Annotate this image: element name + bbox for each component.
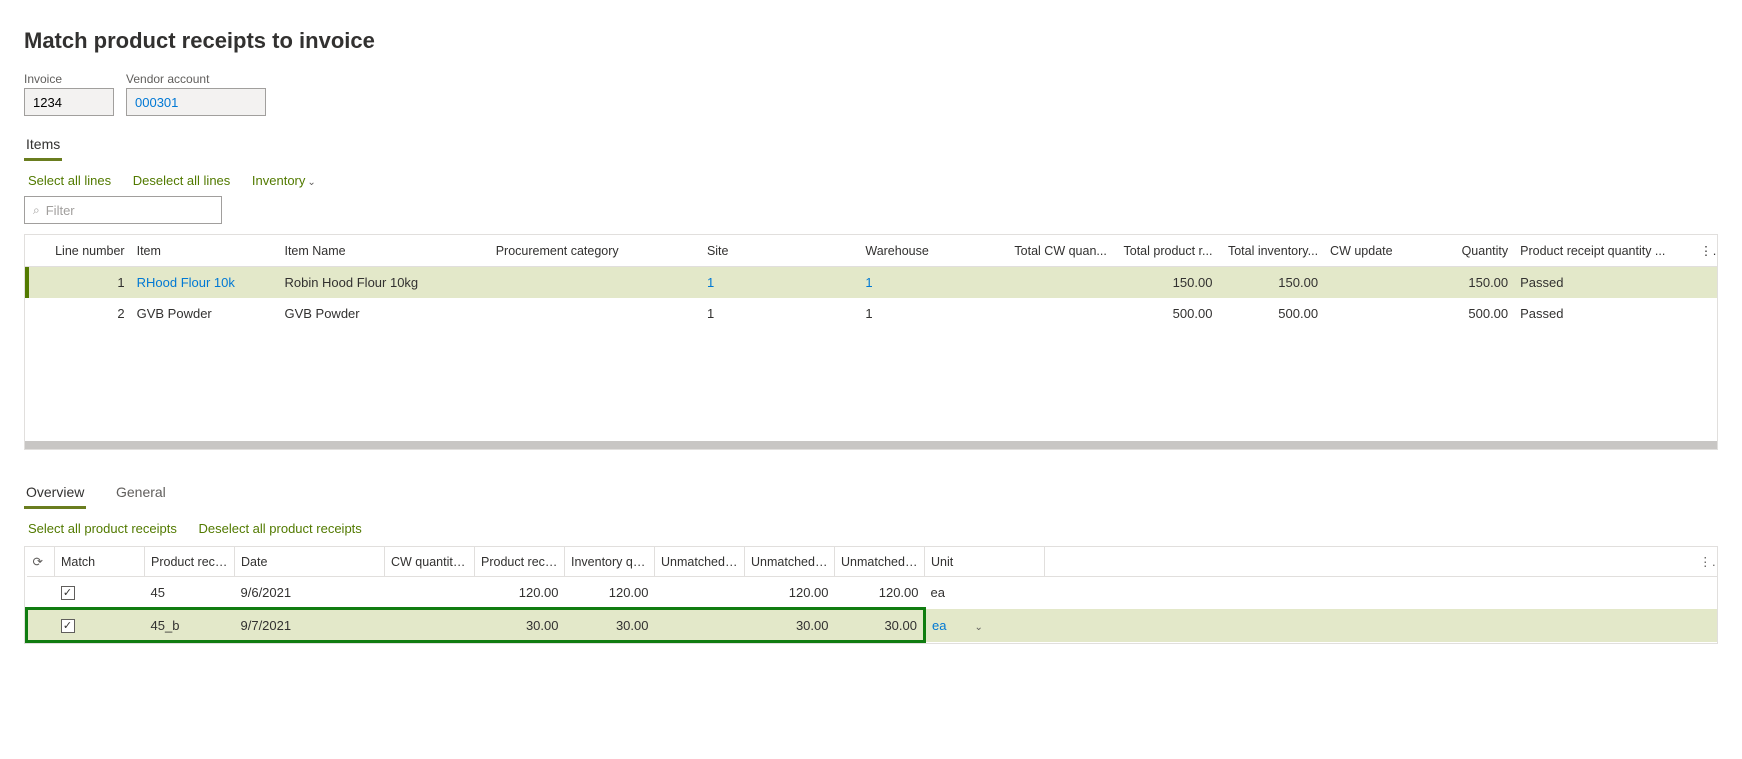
refresh-icon[interactable]: ⟳ [27,547,55,577]
cell-cw-qty [385,577,475,609]
cell-proc-cat [490,267,701,299]
grid2-more-icon[interactable]: ⋮ [1693,547,1717,577]
table-row[interactable]: ✓459/6/2021120.00120.00120.00120.00ea [27,577,1718,609]
cell-item-name: Robin Hood Flour 10kg [278,267,489,299]
cell-product-receipt: 45 [145,577,235,609]
inventory-menu[interactable]: Inventory⌄ [252,173,316,188]
cell-total-pr: 500.00 [1113,298,1219,329]
cell-warehouse[interactable]: 1 [859,298,1007,329]
cell-match[interactable]: ✓ [55,577,145,609]
col-match[interactable]: Match [55,547,145,577]
cell-prq: Passed [1514,298,1694,329]
cell-site[interactable]: 1 [701,298,859,329]
col-unm-cw[interactable]: Unmatched C... [655,547,745,577]
cell-total-pr: 150.00 [1113,267,1219,299]
col-unm-inv[interactable]: Unmatched inv... [835,547,925,577]
col-unm-pr[interactable]: Unmatched pr... [745,547,835,577]
cell-site[interactable]: 1 [701,267,859,299]
cell-match[interactable]: ✓ [55,609,145,642]
col-item-name[interactable]: Item Name [278,235,489,267]
cell-inv-qty: 120.00 [565,577,655,609]
table-row[interactable]: 2GVB PowderGVB Powder11500.00500.00500.0… [25,298,1717,329]
filter-input[interactable]: ⌕ Filter [24,196,222,224]
cell-product-receipt: 45_b [145,609,235,642]
chevron-down-icon[interactable]: ⌄ [974,622,982,633]
cell-quantity: 150.00 [1430,267,1514,299]
invoice-input[interactable] [24,88,114,116]
cell-cw-update [1324,298,1430,329]
col-unit[interactable]: Unit [925,547,1045,577]
cell-inv-qty: 30.00 [565,609,655,642]
cell-unm-cw [655,609,745,642]
col-pr-qty[interactable]: Product receip... [475,547,565,577]
cell-line: 2 [48,298,130,329]
cell-quantity: 500.00 [1430,298,1514,329]
cell-unit[interactable]: ea [925,577,1045,609]
col-product-receipt[interactable]: Product receipt [145,547,235,577]
cell-warehouse[interactable]: 1 [859,267,1007,299]
col-total-inv[interactable]: Total inventory... [1218,235,1324,267]
filter-placeholder: Filter [46,203,75,218]
cell-date: 9/7/2021 [235,609,385,642]
cell-cw-qty [385,609,475,642]
receipts-grid: ⟳ Match Product receipt Date CW quantity… [24,546,1718,644]
col-line-number[interactable]: Line number [48,235,130,267]
cell-unit[interactable]: ea⌄ [925,609,1045,642]
cell-unm-cw [655,577,745,609]
checkbox-checked-icon[interactable]: ✓ [61,586,75,600]
col-total-pr[interactable]: Total product r... [1113,235,1219,267]
cell-cw-update [1324,267,1430,299]
cell-unm-pr: 120.00 [745,577,835,609]
cell-pr-qty: 30.00 [475,609,565,642]
cell-date: 9/6/2021 [235,577,385,609]
cell-item[interactable]: GVB Powder [131,298,279,329]
cell-proc-cat [490,298,701,329]
cell-item[interactable]: RHood Flour 10k [131,267,279,299]
cell-total-inv: 500.00 [1218,298,1324,329]
cell-line: 1 [48,267,130,299]
cell-total-inv: 150.00 [1218,267,1324,299]
vendor-input[interactable] [126,88,266,116]
cell-item-name: GVB Powder [278,298,489,329]
grid-more-icon[interactable]: ⋮ [1694,235,1717,267]
col-item[interactable]: Item [131,235,279,267]
page-title: Match product receipts to invoice [24,28,1718,54]
tab-overview[interactable]: Overview [24,478,86,509]
deselect-all-lines-button[interactable]: Deselect all lines [133,173,231,188]
deselect-all-receipts-button[interactable]: Deselect all product receipts [198,521,361,536]
table-row[interactable]: ✓45_b9/7/202130.0030.0030.0030.00ea⌄ [27,609,1718,642]
chevron-down-icon: ⌄ [307,177,315,188]
col-date[interactable]: Date [235,547,385,577]
cell-unm-pr: 30.00 [745,609,835,642]
table-row[interactable]: 1RHood Flour 10kRobin Hood Flour 10kg111… [25,267,1717,299]
cell-total-cw [1007,298,1113,329]
invoice-label: Invoice [24,72,114,86]
checkbox-checked-icon[interactable]: ✓ [61,619,75,633]
cell-unm-inv: 120.00 [835,577,925,609]
cell-unm-inv: 30.00 [835,609,925,642]
cell-prq: Passed [1514,267,1694,299]
col-inv-qty[interactable]: Inventory qua... [565,547,655,577]
tab-items[interactable]: Items [24,130,62,161]
col-site[interactable]: Site [701,235,859,267]
select-all-receipts-button[interactable]: Select all product receipts [28,521,177,536]
select-all-lines-button[interactable]: Select all lines [28,173,111,188]
col-quantity[interactable]: Quantity [1430,235,1514,267]
search-icon: ⌕ [33,203,40,218]
col-prq[interactable]: Product receipt quantity ... [1514,235,1694,267]
col-proc-cat[interactable]: Procurement category [490,235,701,267]
horizontal-scrollbar[interactable] [25,441,1717,449]
items-grid: Line number Item Item Name Procurement c… [24,234,1718,450]
vendor-label: Vendor account [126,72,266,86]
tab-general[interactable]: General [114,478,168,506]
col-cw-qty[interactable]: CW quantity t... [385,547,475,577]
col-warehouse[interactable]: Warehouse [859,235,1007,267]
col-cw-update[interactable]: CW update [1324,235,1430,267]
col-total-cw[interactable]: Total CW quan... [1007,235,1113,267]
cell-total-cw [1007,267,1113,299]
cell-pr-qty: 120.00 [475,577,565,609]
